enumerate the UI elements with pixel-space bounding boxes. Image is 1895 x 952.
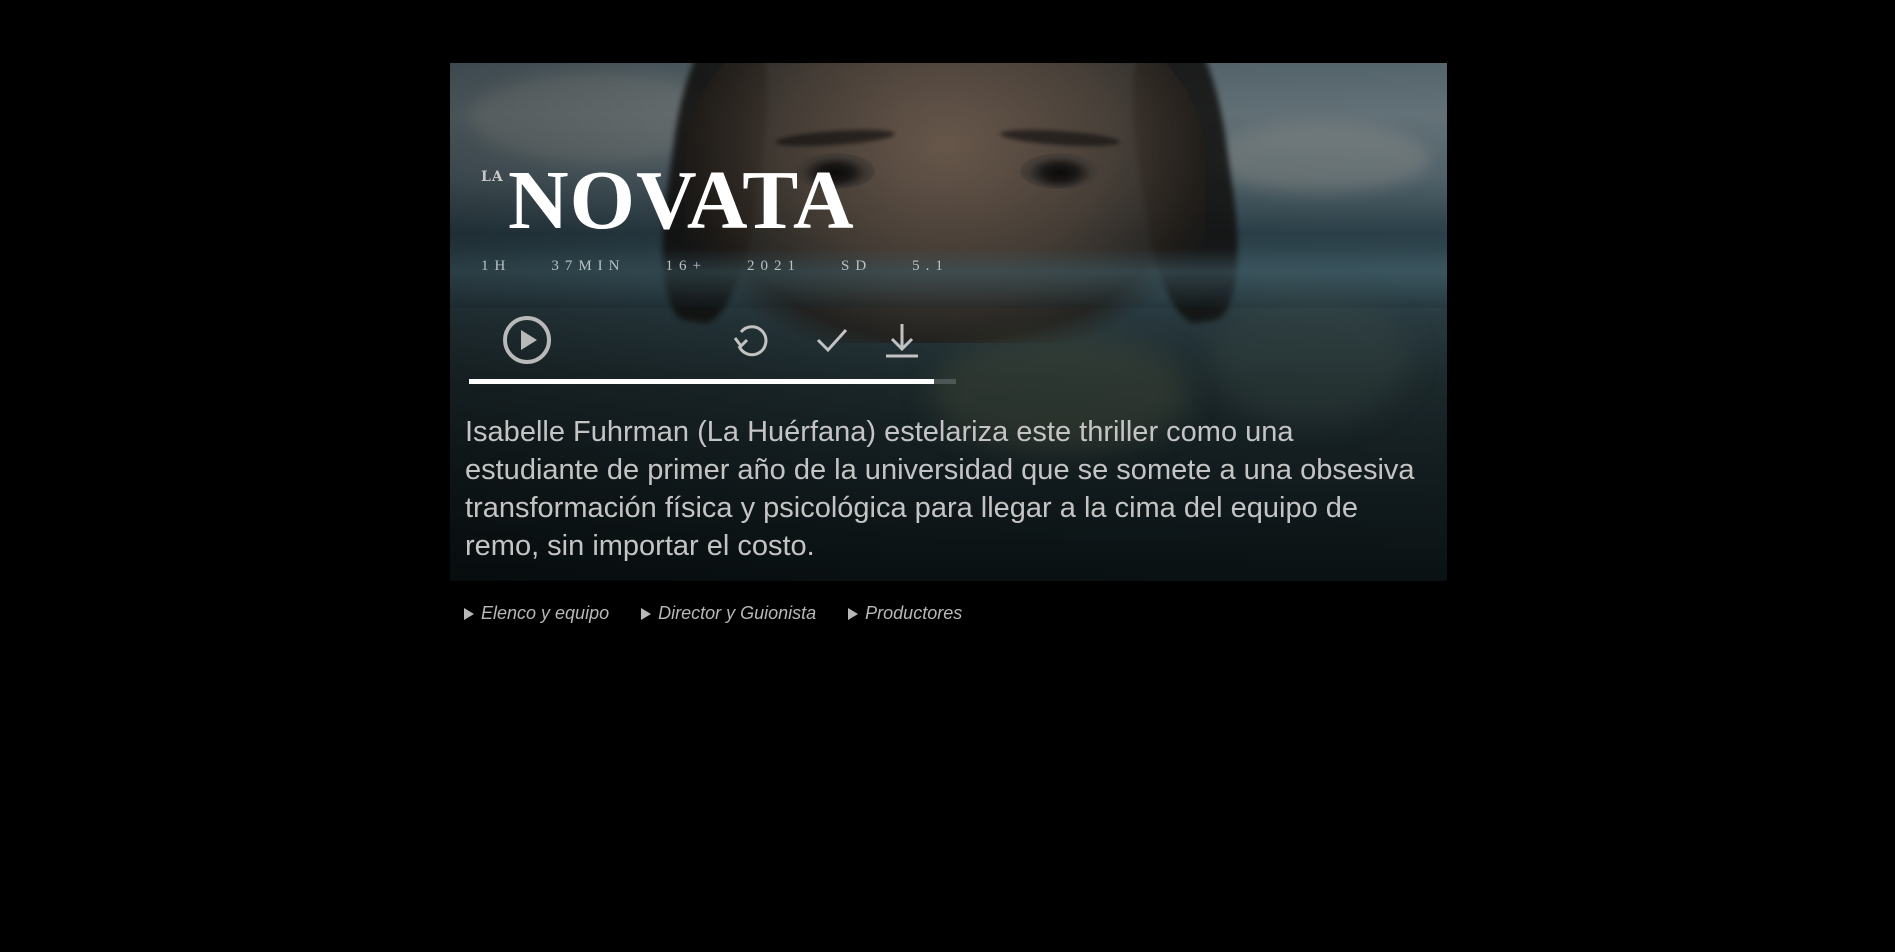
- triangle-right-icon: [464, 607, 474, 620]
- credits-director-link[interactable]: Director y Guionista: [641, 603, 816, 624]
- movie-meta: 1H 37MIN 16+ 2021 SD 5.1: [481, 258, 989, 275]
- meta-year: 2021: [746, 258, 801, 274]
- meta-audio: 5.1: [912, 258, 949, 274]
- credits-director-label: Director y Guionista: [658, 603, 817, 623]
- credits-producers-link[interactable]: Productores: [848, 603, 962, 624]
- title-prefix: LA: [481, 169, 504, 185]
- meta-hours: 1H: [481, 258, 512, 274]
- progress-bar-fill: [469, 379, 935, 384]
- credits-cast-label: Elenco y equipo: [481, 603, 610, 623]
- movie-title: NOVATA: [508, 154, 855, 247]
- meta-rating: 16+: [665, 258, 707, 274]
- play-circle-icon: [503, 316, 551, 364]
- credits-links: Elenco y equipo Director y Guionista Pro…: [464, 603, 994, 624]
- credits-cast-link[interactable]: Elenco y equipo: [464, 603, 609, 624]
- hero-banner: LA NOVATA 1H 37MIN 16+ 2021 SD 5.1 Isabe…: [450, 63, 1447, 581]
- triangle-right-icon: [641, 607, 652, 620]
- meta-minutes: 37MIN: [551, 258, 626, 274]
- download-button[interactable]: [880, 318, 924, 362]
- restart-icon: [733, 325, 768, 357]
- progress-bar[interactable]: [469, 379, 956, 384]
- action-bar: [450, 303, 1447, 373]
- triangle-right-icon: [848, 607, 859, 620]
- restart-button[interactable]: [729, 318, 773, 362]
- synopsis: Isabelle Fuhrman (La Huérfana) estelariz…: [465, 416, 1415, 562]
- check-icon: [816, 328, 848, 353]
- credits-producers-label: Productores: [865, 603, 963, 623]
- download-icon: [886, 324, 918, 358]
- meta-quality: SD: [840, 258, 873, 274]
- watched-button[interactable]: [810, 318, 854, 362]
- play-button[interactable]: [502, 315, 552, 365]
